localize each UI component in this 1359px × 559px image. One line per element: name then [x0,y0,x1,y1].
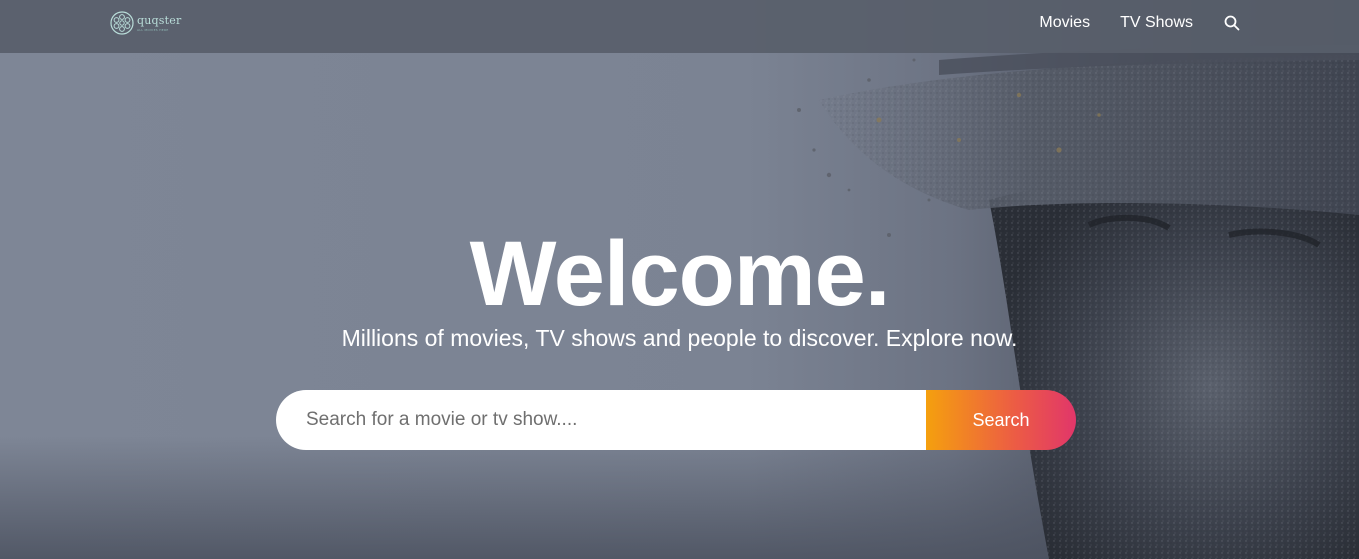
film-reel-logo-icon [110,11,134,35]
nav-link-tv-shows[interactable]: TV Shows [1120,14,1193,32]
logo[interactable]: quqster ALL MOVIES HERE [109,10,181,36]
brand-name: quqster [137,13,182,27]
logo-text: quqster ALL MOVIES HERE [137,15,181,32]
hero-title: Welcome. [469,223,891,325]
search-button[interactable]: Search [926,390,1076,450]
page: quqster ALL MOVIES HERE Movies TV Shows … [0,0,1359,559]
search-input[interactable] [276,390,926,450]
hero-search-form: Search [276,390,1076,450]
brand-tagline: ALL MOVIES HERE [137,27,169,32]
nav-link-movies[interactable]: Movies [1039,14,1090,32]
hero-subtitle: Millions of movies, TV shows and people … [341,325,1018,351]
top-navigation-bar: quqster ALL MOVIES HERE Movies TV Shows [0,0,1359,53]
main-nav: Movies TV Shows [1039,0,1241,45]
search-icon[interactable] [1223,14,1241,32]
